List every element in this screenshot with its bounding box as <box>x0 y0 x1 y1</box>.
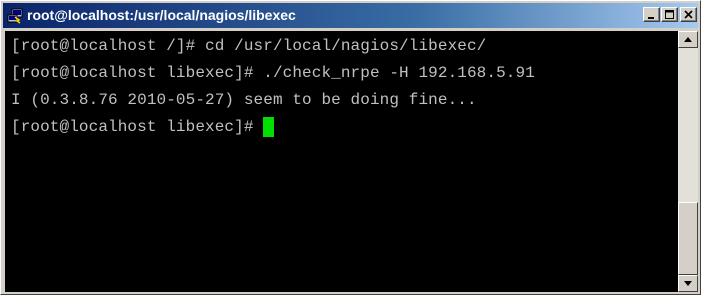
arrow-up-icon <box>684 37 692 42</box>
window-title: root@localhost:/usr/local/nagios/libexec <box>27 7 296 23</box>
terminal-line: [root@localhost /]# cd /usr/local/nagios… <box>11 37 487 55</box>
scroll-thumb[interactable] <box>678 202 698 275</box>
title-bar[interactable]: root@localhost:/usr/local/nagios/libexec <box>3 3 698 28</box>
close-button[interactable] <box>680 7 697 22</box>
terminal-prompt: [root@localhost libexec]# <box>11 118 264 136</box>
scroll-down-button[interactable] <box>678 275 698 292</box>
arrow-down-icon <box>684 281 692 286</box>
terminal-line: [root@localhost libexec]# ./check_nrpe -… <box>11 64 535 82</box>
maximize-button[interactable] <box>661 7 678 22</box>
text-cursor <box>263 117 275 137</box>
putty-icon[interactable] <box>7 8 23 24</box>
maximize-icon <box>665 10 674 19</box>
terminal-window: root@localhost:/usr/local/nagios/libexec… <box>0 0 701 295</box>
scroll-up-button[interactable] <box>678 31 698 48</box>
close-icon <box>684 10 693 19</box>
scroll-track[interactable] <box>678 48 698 275</box>
vertical-scrollbar[interactable] <box>678 31 698 292</box>
terminal-line: I (0.3.8.76 2010-05-27) seem to be doing… <box>11 91 477 109</box>
minimize-icon <box>648 17 654 19</box>
terminal-output[interactable]: [root@localhost /]# cd /usr/local/nagios… <box>5 31 678 292</box>
terminal-prompt-line: [root@localhost libexec]# <box>11 117 275 137</box>
minimize-button[interactable] <box>643 7 660 22</box>
